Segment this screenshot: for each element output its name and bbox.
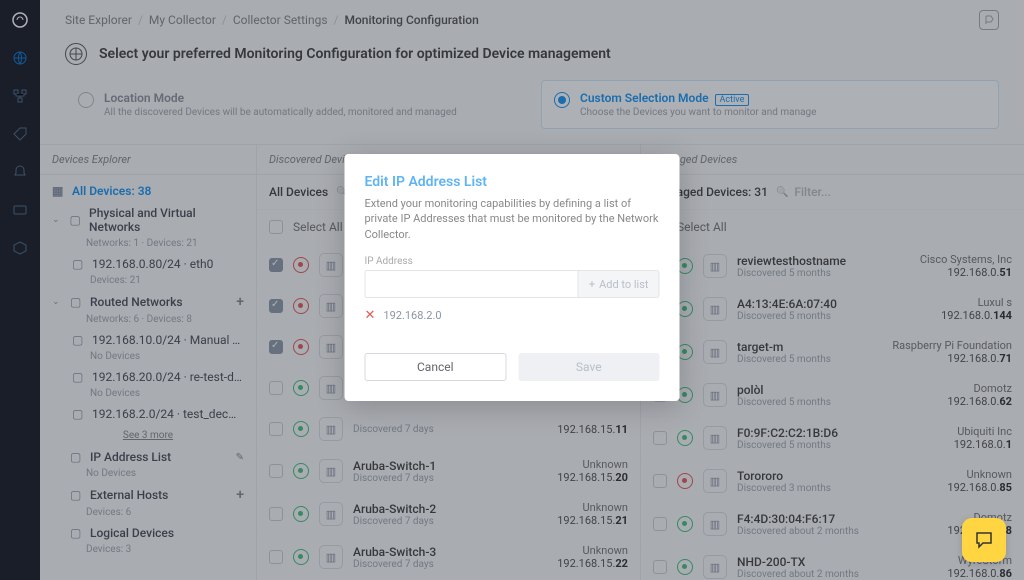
add-to-list-button[interactable]: + Add to list bbox=[579, 270, 660, 298]
modal-title: Edit IP Address List bbox=[365, 174, 660, 190]
modal-description: Extend your monitoring capabilities by d… bbox=[365, 196, 660, 242]
chat-fab[interactable] bbox=[962, 518, 1006, 562]
ip-input-label: IP Address bbox=[365, 256, 660, 267]
modal-buttons: Cancel Save bbox=[365, 353, 660, 381]
add-label: Add to list bbox=[599, 278, 648, 291]
ip-input-row: + Add to list bbox=[365, 270, 660, 298]
plus-icon: + bbox=[589, 278, 595, 291]
ip-address-input[interactable] bbox=[365, 270, 579, 298]
save-button[interactable]: Save bbox=[518, 353, 660, 381]
remove-ip-icon[interactable]: ✕ bbox=[365, 308, 376, 323]
cancel-button[interactable]: Cancel bbox=[365, 353, 507, 381]
ip-entry: ✕ 192.168.2.0 bbox=[365, 304, 660, 335]
ip-value: 192.168.2.0 bbox=[383, 309, 441, 322]
edit-ip-modal: Edit IP Address List Extend your monitor… bbox=[345, 154, 680, 401]
